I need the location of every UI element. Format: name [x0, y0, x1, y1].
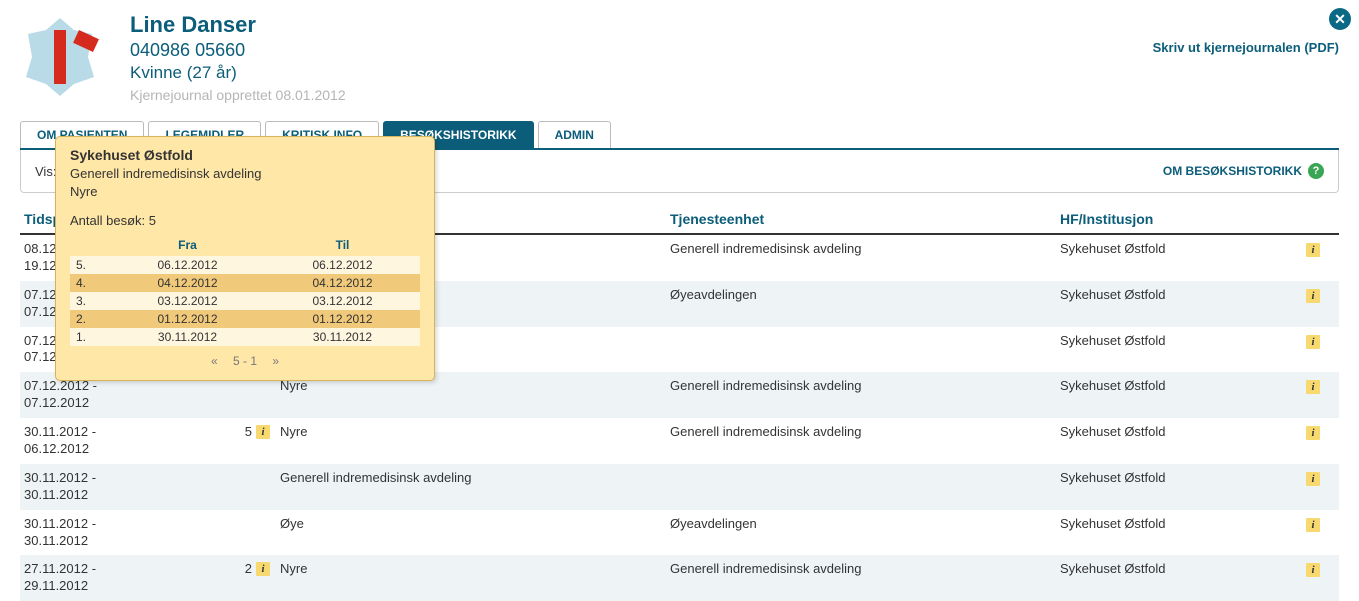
cell-tjenesteenhet: Generell indremedisinsk avdeling [670, 241, 1060, 256]
cell-info: i [1290, 241, 1330, 257]
popover-cell-num: 2. [70, 312, 110, 326]
about-history-label: OM BESØKSHISTORIKK [1163, 164, 1302, 178]
popover-cell-num: 1. [70, 330, 110, 344]
col-hf-institusjon[interactable]: HF/Institusjon [1060, 211, 1290, 227]
popover-table-head: Fra Til [70, 236, 420, 256]
patient-gender-age: Kvinne (27 år) [130, 63, 346, 83]
info-icon[interactable]: i [1306, 563, 1320, 577]
vis-label: Vis: [35, 164, 56, 179]
popover-cell-fra: 04.12.2012 [110, 276, 265, 290]
pager-text: 5 - 1 [233, 354, 257, 368]
help-icon: ? [1308, 163, 1324, 179]
cell-enhet: Generell indremedisinsk avdeling [280, 470, 670, 485]
cell-count: 5i [220, 424, 280, 439]
table-row[interactable]: 30.11.2012 -30.11.2012 ØyeØyeavdelingenSy… [20, 510, 1339, 556]
header: Line Danser 040986 05660 Kvinne (27 år) … [20, 12, 1339, 103]
cell-tjenesteenhet: Generell indremedisinsk avdeling [670, 424, 1060, 439]
table-row[interactable]: 27.11.2012 -29.11.20122iNyreGenerell ind… [20, 555, 1339, 601]
info-icon[interactable]: i [1306, 518, 1320, 532]
popover-cell-fra: 03.12.2012 [110, 294, 265, 308]
info-icon[interactable]: i [1306, 472, 1320, 486]
popover-cell-til: 01.12.2012 [265, 312, 420, 326]
pager-next[interactable]: » [272, 354, 279, 368]
info-icon[interactable]: i [1306, 426, 1320, 440]
table-row[interactable]: 30.11.2012 -30.11.2012 Generell indremedi… [20, 464, 1339, 510]
cell-enhet: Nyre [280, 424, 670, 439]
popover-cell-til: 06.12.2012 [265, 258, 420, 272]
info-icon[interactable]: i [1306, 380, 1320, 394]
cell-hf: Sykehuset Østfold [1060, 378, 1290, 393]
popover-pager: « 5 - 1 » [70, 354, 420, 368]
cell-tidsperiode: 27.11.2012 -29.11.2012 [20, 561, 220, 595]
popover-col-fra: Fra [110, 238, 265, 252]
patient-name: Line Danser [130, 12, 346, 38]
print-pdf-link[interactable]: Skriv ut kjernejournalen (PDF) [1153, 40, 1339, 55]
popover-sub2: Nyre [70, 183, 420, 201]
cell-tjenesteenhet: Generell indremedisinsk avdeling [670, 378, 1060, 393]
cell-tidsperiode: 30.11.2012 -30.11.2012 [20, 470, 220, 504]
table-row[interactable]: 30.11.2012 -06.12.20125iNyreGenerell ind… [20, 418, 1339, 464]
info-icon[interactable]: i [1306, 335, 1320, 349]
about-history-link[interactable]: OM BESØKSHISTORIKK ? [1163, 163, 1324, 179]
popover-row: 3.03.12.201203.12.2012 [70, 292, 420, 310]
info-icon[interactable]: i [1306, 289, 1320, 303]
cell-hf: Sykehuset Østfold [1060, 561, 1290, 576]
cell-info: i [1290, 287, 1330, 303]
popover-cell-til: 30.11.2012 [265, 330, 420, 344]
patient-info: Line Danser 040986 05660 Kvinne (27 år) … [130, 12, 346, 103]
cell-hf: Sykehuset Østfold [1060, 333, 1290, 348]
cell-tidsperiode: 30.11.2012 -06.12.2012 [20, 424, 220, 458]
cell-enhet: Nyre [280, 561, 670, 576]
info-icon[interactable]: i [256, 562, 270, 576]
cell-hf: Sykehuset Østfold [1060, 424, 1290, 439]
popover-col-til: Til [265, 238, 420, 252]
popover-rows: 5.06.12.201206.12.20124.04.12.201204.12.… [70, 256, 420, 346]
popover-cell-til: 03.12.2012 [265, 294, 420, 308]
cell-info: i [1290, 470, 1330, 486]
col-tjenesteenhet[interactable]: Tjenesteenhet [670, 211, 1060, 227]
cell-hf: Sykehuset Østfold [1060, 470, 1290, 485]
cell-hf: Sykehuset Østfold [1060, 287, 1290, 302]
popover-row: 1.30.11.201230.11.2012 [70, 328, 420, 346]
popover-sub1: Generell indremedisinsk avdeling [70, 165, 420, 183]
patient-created: Kjernejournal opprettet 08.01.2012 [130, 87, 346, 103]
popover-visits-count: Antall besøk: 5 [70, 213, 420, 228]
popover-cell-fra: 30.11.2012 [110, 330, 265, 344]
cell-info: i [1290, 424, 1330, 440]
cell-hf: Sykehuset Østfold [1060, 241, 1290, 256]
cell-tjenesteenhet: Generell indremedisinsk avdeling [670, 561, 1060, 576]
info-icon[interactable]: i [256, 425, 270, 439]
popover-cell-num: 4. [70, 276, 110, 290]
popover-row: 2.01.12.201201.12.2012 [70, 310, 420, 328]
patient-ssn: 040986 05660 [130, 40, 346, 61]
visit-popover: Sykehuset Østfold Generell indremedisins… [55, 136, 435, 381]
popover-cell-fra: 06.12.2012 [110, 258, 265, 272]
cell-info: i [1290, 561, 1330, 577]
cell-enhet: Øye [280, 516, 670, 531]
popover-cell-num: 5. [70, 258, 110, 272]
cell-tjenesteenhet: Øyeavdelingen [670, 516, 1060, 531]
cell-tidsperiode: 30.11.2012 -30.11.2012 [20, 516, 220, 550]
logo-icon [20, 12, 100, 97]
popover-cell-fra: 01.12.2012 [110, 312, 265, 326]
cell-count: 2i [220, 561, 280, 576]
popover-row: 4.04.12.201204.12.2012 [70, 274, 420, 292]
pager-prev[interactable]: « [211, 354, 218, 368]
cell-hf: Sykehuset Østfold [1060, 516, 1290, 531]
cell-info: i [1290, 378, 1330, 394]
popover-cell-til: 04.12.2012 [265, 276, 420, 290]
info-icon[interactable]: i [1306, 243, 1320, 257]
cell-info: i [1290, 516, 1330, 532]
popover-cell-num: 3. [70, 294, 110, 308]
tab-admin[interactable]: ADMIN [538, 121, 611, 148]
cell-tidsperiode: 07.12.2012 -07.12.2012 [20, 378, 220, 412]
popover-title: Sykehuset Østfold [70, 147, 420, 163]
cell-info: i [1290, 333, 1330, 349]
popover-table: Fra Til 5.06.12.201206.12.20124.04.12.20… [70, 236, 420, 346]
cell-tjenesteenhet: Øyeavdelingen [670, 287, 1060, 302]
popover-row: 5.06.12.201206.12.2012 [70, 256, 420, 274]
app-container: ✕ Line Danser 040986 05660 Kvinne (27 år… [0, 0, 1359, 592]
